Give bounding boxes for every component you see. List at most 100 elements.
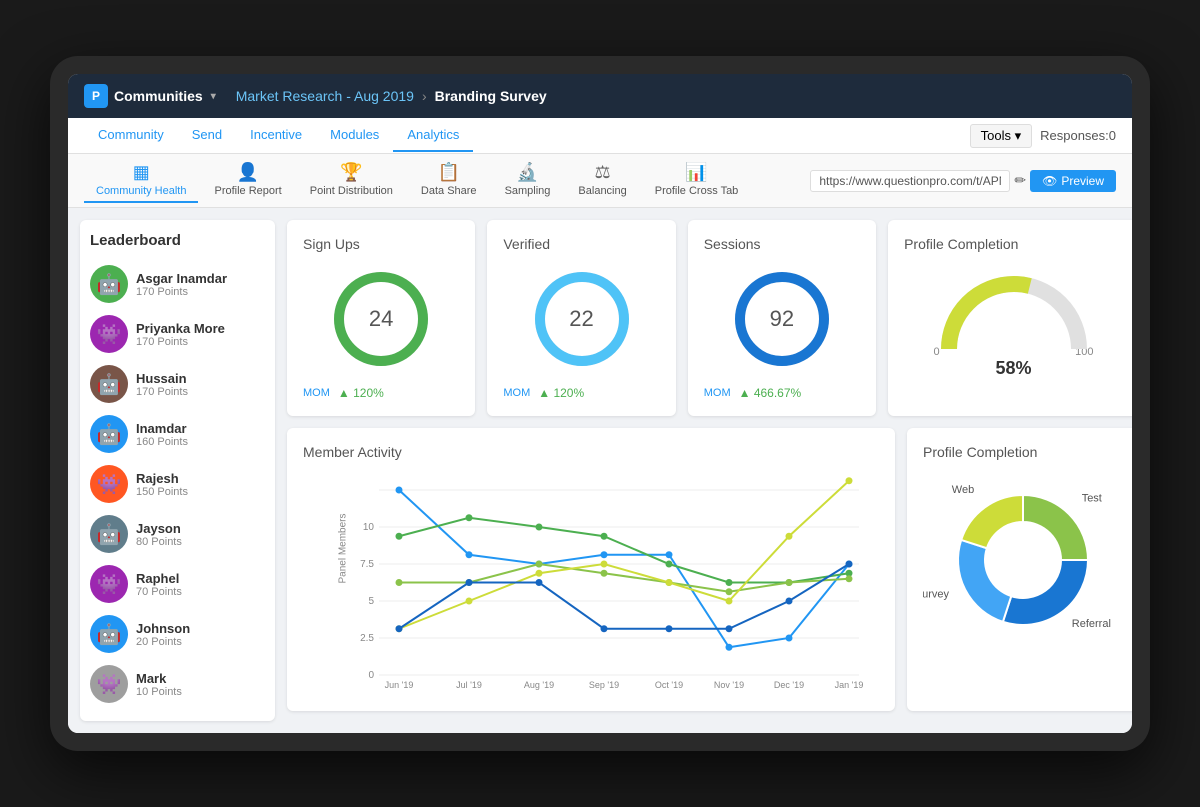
sessions-donut-container: 92 [704, 264, 860, 374]
svg-text:Oct '19: Oct '19 [655, 680, 683, 690]
sub-nav-data-share[interactable]: 📋 Data Share [409, 158, 489, 203]
leaderboard-item: 👾 Priyanka More 170 Points [90, 309, 265, 359]
eye-icon: 👁 [1042, 174, 1057, 188]
pie-label: Qualifying Survey [923, 589, 950, 601]
sub-nav-data-share-label: Data Share [421, 185, 477, 197]
svg-text:2.5: 2.5 [360, 633, 374, 644]
sub-nav-profile-cross-tab[interactable]: 📊 Profile Cross Tab [643, 158, 751, 203]
avatar: 👾 [90, 665, 128, 703]
url-input[interactable] [810, 170, 1010, 192]
data-point [601, 561, 608, 568]
avatar: 👾 [90, 315, 128, 353]
data-point [726, 644, 733, 651]
sub-nav: ▦ Community Health 👤 Profile Report 🏆 Po… [68, 154, 1132, 208]
breadcrumb: Market Research - Aug 2019 › Branding Su… [236, 88, 547, 104]
signups-mom-label: MOM [303, 387, 330, 399]
edit-url-icon[interactable]: ✏ [1014, 172, 1026, 189]
svg-text:10: 10 [363, 522, 375, 533]
point-distribution-icon: 🏆 [340, 162, 362, 183]
data-point [466, 514, 473, 521]
member-info: Asgar Inamdar 170 Points [136, 271, 265, 298]
member-points: 70 Points [136, 586, 265, 598]
stats-row: Sign Ups 24 MOM [287, 220, 1132, 416]
data-point [786, 579, 793, 586]
avatar: 🤖 [90, 515, 128, 553]
member-name: Mark [136, 671, 265, 686]
member-name: Priyanka More [136, 321, 265, 336]
top-bar: P Communities ▾ Market Research - Aug 20… [68, 74, 1132, 118]
member-info: Priyanka More 170 Points [136, 321, 265, 348]
series-line [399, 564, 849, 592]
nav-modules[interactable]: Modules [316, 119, 393, 152]
pie-segment [958, 540, 1011, 622]
communities-label[interactable]: Communities [114, 88, 203, 104]
sub-nav-community-health-label: Community Health [96, 185, 186, 197]
data-point [601, 625, 608, 632]
member-name: Hussain [136, 371, 265, 386]
sub-nav-sampling[interactable]: 🔬 Sampling [493, 158, 563, 203]
svg-text:0: 0 [368, 670, 374, 681]
tools-button[interactable]: Tools ▾ [970, 124, 1033, 148]
member-points: 10 Points [136, 686, 265, 698]
nav-community[interactable]: Community [84, 119, 178, 152]
chart-wrapper: Panel Members 0 2 [303, 470, 879, 695]
sub-nav-point-distribution[interactable]: 🏆 Point Distribution [298, 158, 405, 203]
series-line [399, 490, 849, 647]
verified-card: Verified 22 MOM [487, 220, 675, 416]
sessions-mom-label: MOM [704, 387, 731, 399]
sub-nav-community-health[interactable]: ▦ Community Health [84, 158, 198, 203]
nav-incentive[interactable]: Incentive [236, 119, 316, 152]
sessions-footer: MOM ▲ 466.67% [704, 386, 860, 400]
bottom-row: Member Activity Panel Members [287, 428, 1132, 711]
profile-completion-top-card: Profile Completion 0 100 [888, 220, 1132, 416]
nav-send[interactable]: Send [178, 119, 236, 152]
member-info: Mark 10 Points [136, 671, 265, 698]
member-info: Rajesh 150 Points [136, 471, 265, 498]
sub-nav-point-distribution-label: Point Distribution [310, 185, 393, 197]
member-points: 170 Points [136, 386, 265, 398]
nav-items: Community Send Incentive Modules Analyti… [84, 119, 473, 152]
member-points: 170 Points [136, 286, 265, 298]
pie-content: TestReferralQualifying SurveyWeb [923, 470, 1123, 654]
sub-nav-profile-report-label: Profile Report [214, 185, 281, 197]
member-info: Jayson 80 Points [136, 521, 265, 548]
data-point [396, 625, 403, 632]
right-panel: Sign Ups 24 MOM [287, 220, 1132, 721]
nav-analytics[interactable]: Analytics [393, 119, 473, 152]
leaderboard-item: 👾 Rajesh 150 Points [90, 459, 265, 509]
activity-chart-svg: 0 2.5 5 7.5 10 Jun '19 Jul '19 Aug '19 S… [339, 470, 879, 690]
breadcrumb-link[interactable]: Market Research - Aug 2019 [236, 88, 414, 104]
data-point [536, 579, 543, 586]
preview-button[interactable]: 👁 Preview [1030, 170, 1116, 192]
member-name: Inamdar [136, 421, 265, 436]
nav-right: Tools ▾ Responses:0 [970, 124, 1116, 148]
verified-donut: 22 [527, 264, 637, 374]
svg-text:Nov '19: Nov '19 [714, 680, 744, 690]
sub-nav-balancing[interactable]: ⚖ Balancing [566, 158, 638, 203]
sub-nav-profile-cross-tab-label: Profile Cross Tab [655, 185, 739, 197]
pie-segment [961, 495, 1023, 548]
avatar: 🤖 [90, 365, 128, 403]
data-point [466, 579, 473, 586]
data-point [846, 477, 853, 484]
logo-icon: P [84, 84, 108, 108]
sessions-title: Sessions [704, 236, 860, 252]
sub-nav-profile-report[interactable]: 👤 Profile Report [202, 158, 293, 203]
avatar: 👾 [90, 465, 128, 503]
verified-title: Verified [503, 236, 659, 252]
verified-percent: ▲ 120% [538, 386, 584, 400]
member-info: Inamdar 160 Points [136, 421, 265, 448]
signups-footer: MOM ▲ 120% [303, 386, 459, 400]
member-points: 170 Points [136, 336, 265, 348]
y-axis-label: Panel Members [338, 508, 349, 588]
profile-report-icon: 👤 [237, 162, 259, 183]
verified-donut-container: 22 [503, 264, 659, 374]
svg-text:Jul '19: Jul '19 [456, 680, 482, 690]
data-point [666, 579, 673, 586]
communities-dropdown-icon[interactable]: ▾ [211, 91, 216, 102]
url-bar: ✏ 👁 Preview [810, 170, 1116, 192]
pie-segment [1003, 560, 1088, 625]
sampling-icon: 🔬 [516, 162, 538, 183]
pie-segment [1023, 495, 1088, 560]
nav-bar: Community Send Incentive Modules Analyti… [68, 118, 1132, 154]
